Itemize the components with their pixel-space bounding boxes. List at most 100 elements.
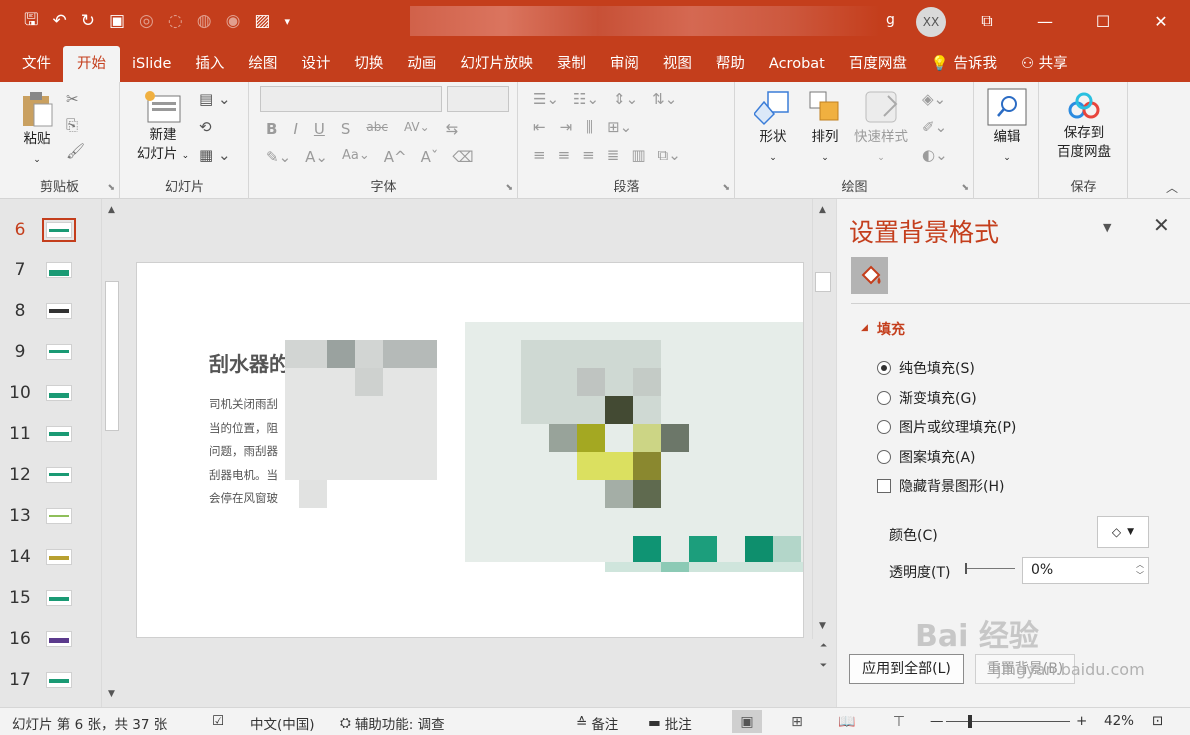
tell-me[interactable]: 💡 告诉我 xyxy=(919,46,1009,82)
canvas-scroll-up-icon[interactable]: ▲ xyxy=(814,205,831,215)
reset-slide-icon[interactable]: ⟲ xyxy=(199,118,231,136)
thumbnail-8[interactable]: 8 xyxy=(0,295,100,327)
transparency-input[interactable]: 0% ︿ ﹀ xyxy=(1022,557,1149,584)
thumbnail-7[interactable]: 7 xyxy=(0,254,100,286)
thumbnail-11[interactable]: 11 xyxy=(0,418,100,450)
language-indicator[interactable]: 中文(中国) xyxy=(250,713,315,733)
collapse-ribbon-icon[interactable]: ︿ xyxy=(1166,179,1178,196)
slide[interactable]: 刮水器的 司机关闭雨刮 当的位置，阻 问题，雨刮器 刮器电机。当 会停在风窗玻 xyxy=(136,262,804,638)
shape-icon[interactable]: ◎ xyxy=(139,11,154,31)
tab-slideshow[interactable]: 幻灯片放映 xyxy=(448,46,545,82)
numbering-icon[interactable]: ☷⌄ xyxy=(573,90,599,108)
spin-arrows-icon[interactable]: ︿ ﹀ xyxy=(1136,559,1144,581)
char-spacing-icon[interactable]: AV⌄ xyxy=(404,120,430,138)
strikethrough-icon[interactable]: abc xyxy=(366,120,388,138)
tab-review[interactable]: 审阅 xyxy=(598,46,651,82)
thumbnail-scrollbar[interactable]: ▲ ▼ xyxy=(101,199,121,707)
shapes-button[interactable]: 形状 ⌄ xyxy=(750,88,796,168)
underline-icon[interactable]: U xyxy=(314,120,325,138)
save-icon[interactable]: 🖫 xyxy=(24,7,38,36)
pane-options-icon[interactable]: ▼ xyxy=(1103,221,1111,234)
zoom-slider[interactable] xyxy=(946,721,1070,722)
maximize-icon[interactable]: ☐ xyxy=(1074,0,1132,42)
columns-icon[interactable]: ⫼ xyxy=(586,118,593,136)
collapse-fill-icon[interactable]: ◢ xyxy=(861,323,868,333)
align-text-icon[interactable]: ⊞⌄ xyxy=(607,118,632,136)
thumbnail-6[interactable]: 6 xyxy=(0,214,100,246)
fill-section-header[interactable]: 填充 xyxy=(877,319,905,339)
thumbnail-9[interactable]: 9 xyxy=(0,336,100,368)
case-icon[interactable]: ⇆ xyxy=(446,120,459,138)
tab-help[interactable]: 帮助 xyxy=(704,46,757,82)
align-right-icon[interactable]: ≡ xyxy=(582,146,595,164)
layout-icon[interactable]: ▤ ⌄ xyxy=(199,90,231,108)
color-picker-button[interactable]: ◇ ▼ xyxy=(1097,516,1149,548)
clear-format-icon[interactable]: ⌫ xyxy=(452,148,473,166)
close-icon[interactable]: ✕ xyxy=(1132,0,1190,42)
slide-scroll-thumb[interactable] xyxy=(815,272,831,292)
thumbnail-14[interactable]: 14 xyxy=(0,541,100,573)
drawing-launcher-icon[interactable]: ⬊ xyxy=(961,183,969,193)
redo-icon[interactable]: ↻ xyxy=(81,11,95,31)
shape4-icon[interactable]: ◉ xyxy=(226,11,241,31)
clipboard-launcher-icon[interactable]: ⬊ xyxy=(107,183,115,193)
checkbox-box[interactable] xyxy=(877,479,891,493)
tab-file[interactable]: 文件 xyxy=(10,46,63,82)
notes-button[interactable]: ≙ 备注 xyxy=(576,713,618,733)
transparency-slider[interactable] xyxy=(965,568,1015,569)
zoom-level[interactable]: 42% xyxy=(1104,713,1134,729)
line-spacing-icon[interactable]: ⇕⌄ xyxy=(613,90,638,108)
tab-baidu[interactable]: 百度网盘 xyxy=(837,46,919,82)
font-color-icon[interactable]: A⌄ xyxy=(305,148,328,166)
present-icon[interactable]: ▣ xyxy=(109,11,125,31)
thumbnail-17[interactable]: 17 xyxy=(0,664,100,696)
tab-record[interactable]: 录制 xyxy=(545,46,598,82)
cut-icon[interactable]: ✂ xyxy=(66,90,85,108)
bullets-icon[interactable]: ☰⌄ xyxy=(533,90,559,108)
tab-islide[interactable]: iSlide xyxy=(120,46,183,82)
picture-icon[interactable]: ▨ xyxy=(254,11,270,31)
shrink-font-icon[interactable]: Aˇ xyxy=(421,148,439,166)
radio-solid-fill[interactable]: 纯色填充(S) xyxy=(877,358,975,378)
scroll-down-icon[interactable]: ▼ xyxy=(103,689,120,699)
font-launcher-icon[interactable]: ⬊ xyxy=(505,183,513,193)
italic-icon[interactable]: I xyxy=(293,120,297,138)
increase-indent-icon[interactable]: ⇥ xyxy=(560,118,573,136)
edit-button[interactable]: 编辑 ⌄ xyxy=(983,88,1031,168)
paragraph-launcher-icon[interactable]: ⬊ xyxy=(722,183,730,193)
font-name-combo[interactable] xyxy=(260,86,442,112)
radio-circle[interactable] xyxy=(877,361,891,375)
thumbnail-16[interactable]: 16 xyxy=(0,623,100,655)
previous-slide-icon[interactable]: ⏶ xyxy=(815,641,832,651)
thumbnail-12[interactable]: 12 xyxy=(0,459,100,491)
radio-picture-fill[interactable]: 图片或纹理填充(P) xyxy=(877,417,1016,437)
tab-transitions[interactable]: 切换 xyxy=(342,46,395,82)
radio-circle[interactable] xyxy=(877,420,891,434)
zoom-in-button[interactable]: + xyxy=(1076,713,1087,729)
ribbon-display-icon[interactable]: ⧉ xyxy=(958,0,1016,42)
next-slide-icon[interactable]: ⏷ xyxy=(815,661,832,671)
scroll-up-icon[interactable]: ▲ xyxy=(103,205,120,215)
shape-fill-icon[interactable]: ◈⌄ xyxy=(922,90,948,108)
fit-to-window-icon[interactable]: ⊡ xyxy=(1152,713,1163,729)
comments-button[interactable]: ▬ 批注 xyxy=(648,713,692,733)
slide-scrollbar[interactable]: ▲ ▼ xyxy=(812,199,832,639)
tab-design[interactable]: 设计 xyxy=(289,46,342,82)
slide-count[interactable]: 幻灯片 第 6 张，共 37 张 xyxy=(12,713,167,733)
apply-to-all-button[interactable]: 应用到全部(L) xyxy=(849,654,964,684)
zoom-out-button[interactable]: — xyxy=(930,713,944,729)
undo-icon[interactable]: ↶ xyxy=(52,11,66,31)
fill-bucket-icon[interactable] xyxy=(851,257,888,294)
tab-view[interactable]: 视图 xyxy=(651,46,704,82)
spellcheck-icon[interactable]: ☑ xyxy=(212,713,224,729)
shadow-icon[interactable]: S xyxy=(341,120,351,138)
highlight-icon[interactable]: ✎⌄ xyxy=(266,148,291,166)
copy-icon[interactable]: ⎘ xyxy=(66,116,85,134)
normal-view-button[interactable]: ▣ xyxy=(732,710,762,733)
customize-qat-icon[interactable]: ▾ xyxy=(284,15,290,28)
radio-gradient-fill[interactable]: 渐变填充(G) xyxy=(877,388,977,408)
justify-icon[interactable]: ≣ xyxy=(607,146,620,164)
smartart-icon[interactable]: ⧉⌄ xyxy=(658,146,681,164)
section-icon[interactable]: ▦ ⌄ xyxy=(199,146,231,164)
thumbnail-scroll-thumb[interactable] xyxy=(105,281,119,431)
